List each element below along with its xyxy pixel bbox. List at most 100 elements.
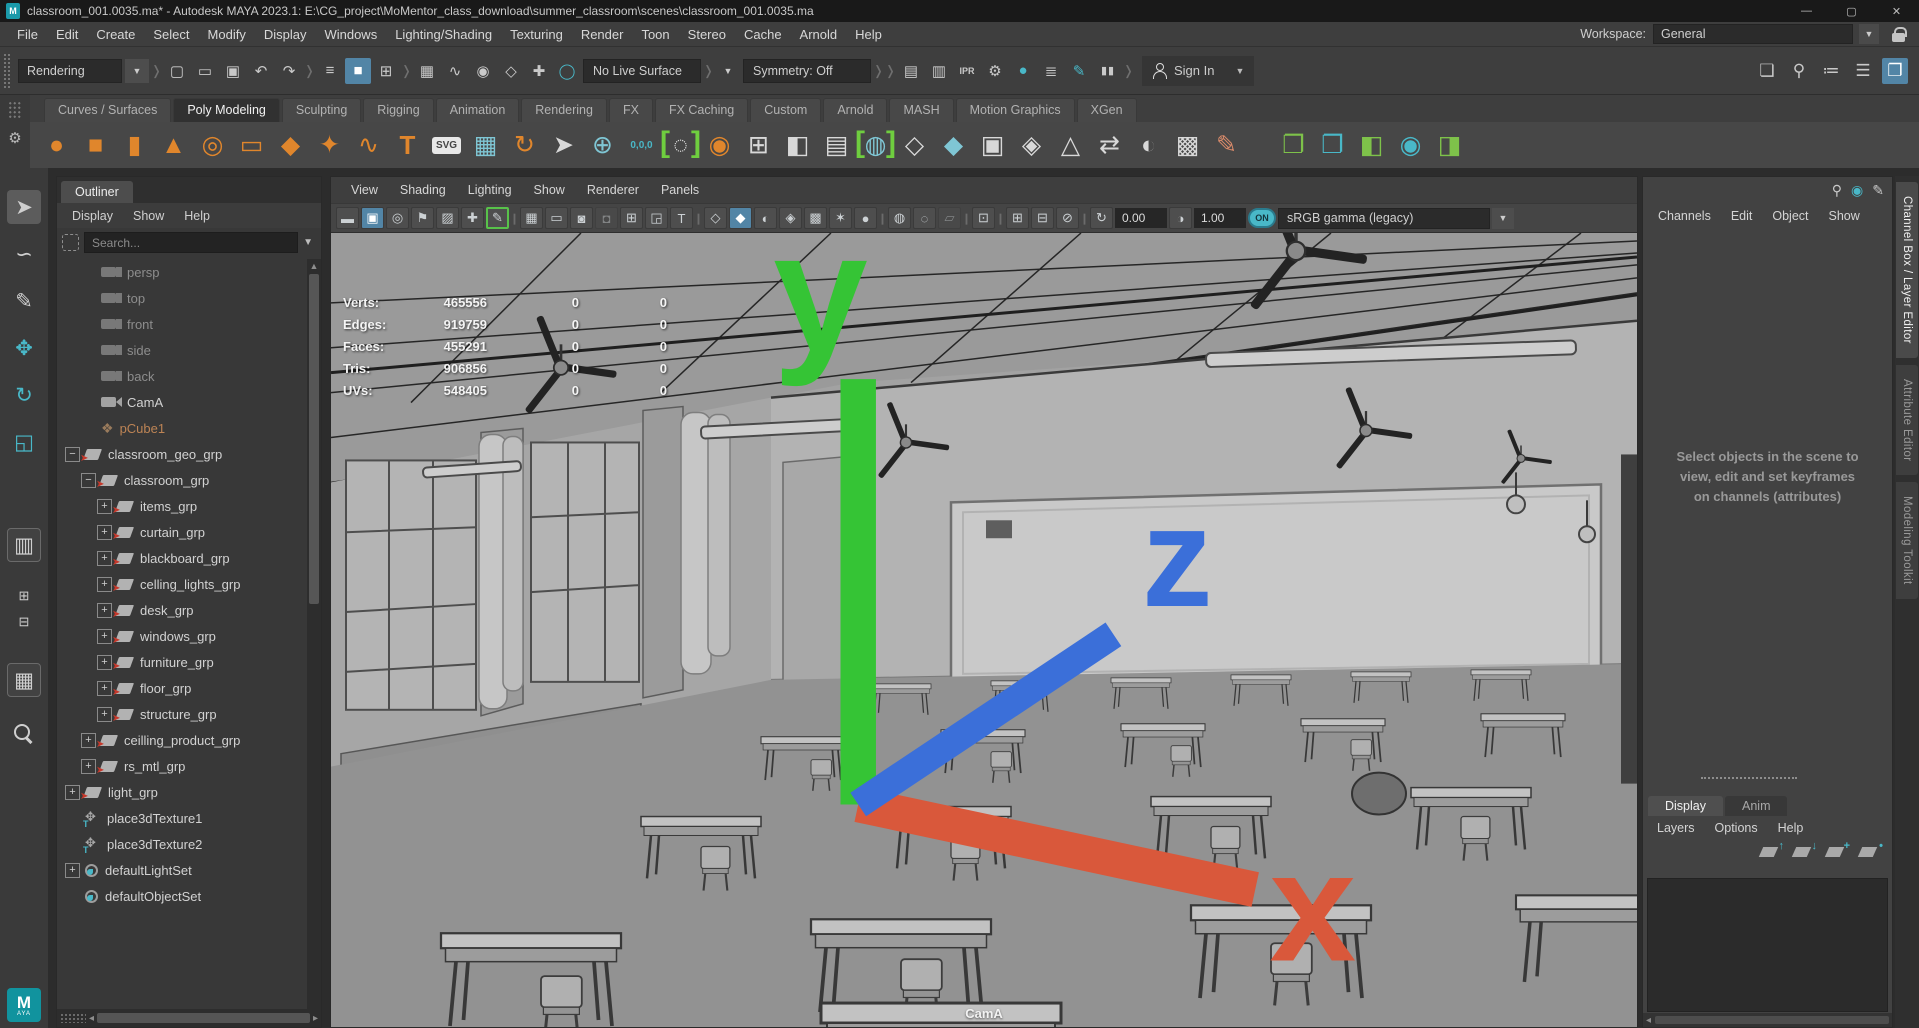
layer-editor-tab-display[interactable]: Display bbox=[1648, 796, 1723, 816]
green-shell-shelf-icon[interactable]: ◨ bbox=[1431, 125, 1468, 165]
sign-in-button[interactable]: Sign In ▼ bbox=[1142, 55, 1255, 86]
menu-lighting-shading[interactable]: Lighting/Shading bbox=[386, 24, 501, 45]
statusline-grip[interactable] bbox=[3, 52, 11, 89]
grid-fill-shelf-icon[interactable]: ◉ bbox=[701, 125, 738, 165]
shelf-tab-rendering[interactable]: Rendering bbox=[521, 98, 607, 122]
scroll-left-icon[interactable]: ◂ bbox=[89, 1013, 94, 1024]
move-layer-down-icon[interactable]: ↓ bbox=[1794, 841, 1818, 858]
menu-modify[interactable]: Modify bbox=[199, 24, 255, 45]
channel-box-menu-edit[interactable]: Edit bbox=[1722, 207, 1762, 225]
sculpt-brush-shelf-icon[interactable]: ✎ bbox=[1208, 125, 1245, 165]
shelf-tab-fx-caching[interactable]: FX Caching bbox=[654, 98, 749, 122]
poly-cylinder-shelf-icon[interactable]: ▮ bbox=[116, 125, 153, 165]
menu-cache[interactable]: Cache bbox=[735, 24, 791, 45]
sidebar-tab-attribute-editor[interactable]: Attribute Editor bbox=[1896, 364, 1918, 476]
channel-box-panel-icon[interactable]: ≔ bbox=[1818, 58, 1844, 84]
render-setup-icon[interactable]: ≣ bbox=[1038, 58, 1064, 84]
teal-cube-shelf-icon[interactable]: ❐ bbox=[1314, 125, 1351, 165]
menu-windows[interactable]: Windows bbox=[315, 24, 386, 45]
paint-effects-icon[interactable]: ✎ bbox=[1066, 58, 1092, 84]
add-divisions-shelf-icon[interactable]: ⊕ bbox=[584, 125, 621, 165]
outliner-item-celling-lights-grp[interactable]: + celling_lights_grp bbox=[57, 571, 307, 597]
expand-icon[interactable]: + bbox=[97, 524, 112, 540]
edit-mode-icon[interactable]: ✎ bbox=[1872, 182, 1884, 199]
character-controls-icon[interactable]: ⚲ bbox=[1786, 58, 1812, 84]
shelf-tab-mash[interactable]: MASH bbox=[889, 98, 954, 122]
safe-title-icon[interactable]: T bbox=[670, 207, 693, 229]
3d-scene[interactable]: Verts: 465556 0 0 Edges: 919759 0 0 Faces: 455291… bbox=[331, 233, 1637, 1027]
snap-projected-center-icon[interactable]: ◇ bbox=[498, 58, 524, 84]
outliner-item-desk-grp[interactable]: + desk_grp bbox=[57, 597, 307, 623]
circularize-shelf-icon[interactable]: ◌ bbox=[660, 125, 701, 165]
outliner-item-place3dtexture2[interactable]: place3dTexture2 bbox=[57, 831, 307, 857]
menu-file[interactable]: File bbox=[8, 24, 47, 45]
scroll-left-icon[interactable]: ◂ bbox=[1646, 1015, 1651, 1026]
render-settings-icon[interactable]: ⚙ bbox=[982, 58, 1008, 84]
expand-icon[interactable]: − bbox=[65, 446, 80, 462]
statusline-separator[interactable]: ❭ bbox=[873, 54, 884, 88]
symmetry-dropdown-icon[interactable]: ▼ bbox=[716, 59, 740, 83]
scroll-thumb[interactable] bbox=[309, 274, 319, 604]
colorspace-dropdown-icon[interactable]: ▼ bbox=[1492, 207, 1514, 229]
expand-icon[interactable]: + bbox=[97, 602, 112, 618]
outliner-search-dropdown-icon[interactable]: ▼ bbox=[303, 237, 316, 248]
menu-set-select[interactable]: Rendering bbox=[18, 58, 122, 83]
outliner-menu-help[interactable]: Help bbox=[175, 207, 219, 225]
poly-cone-shelf-icon[interactable]: ▲ bbox=[155, 125, 192, 165]
layer-editor-menu-help[interactable]: Help bbox=[1769, 819, 1813, 837]
outliner-menu-display[interactable]: Display bbox=[63, 207, 122, 225]
quad-draw-shelf-icon[interactable]: ⊞ bbox=[740, 125, 777, 165]
wireframe-on-shaded-icon[interactable]: ◈ bbox=[779, 207, 802, 229]
expand-icon[interactable]: + bbox=[81, 732, 96, 748]
poly-type-shelf-icon[interactable]: T bbox=[389, 125, 426, 165]
viewport-menu-lighting[interactable]: Lighting bbox=[458, 181, 522, 199]
textured-icon[interactable]: ▩ bbox=[804, 207, 827, 229]
shadows-icon[interactable]: ● bbox=[854, 207, 877, 229]
outliner-item-furniture-grp[interactable]: + furniture_grp bbox=[57, 649, 307, 675]
menu-stereo[interactable]: Stereo bbox=[679, 24, 735, 45]
rotate-tool-icon[interactable]: ↻ bbox=[7, 378, 41, 412]
exposure-reset-icon[interactable]: ⊘ bbox=[1056, 207, 1079, 229]
bookmark-icon[interactable]: ⚑ bbox=[411, 207, 434, 229]
lattice-shelf-icon[interactable]: ▩ bbox=[1169, 125, 1206, 165]
outliner-item-top[interactable]: top bbox=[57, 285, 307, 311]
anti-alias-icon[interactable]: ▱ bbox=[938, 207, 961, 229]
scroll-right-icon[interactable]: ▸ bbox=[313, 1013, 318, 1024]
gamma-toggle[interactable]: ON bbox=[1248, 208, 1276, 228]
poly-sphere-shelf-icon[interactable]: ● bbox=[38, 125, 75, 165]
outliner-vscrollbar[interactable]: ▲ bbox=[307, 259, 321, 1009]
bridge-shelf-icon[interactable]: ▣ bbox=[974, 125, 1011, 165]
motion-blur-icon[interactable]: ◌ bbox=[913, 207, 936, 229]
outliner-item-structure-grp[interactable]: + structure_grp bbox=[57, 701, 307, 727]
open-scene-icon[interactable]: ▭ bbox=[192, 58, 218, 84]
wireframe-icon[interactable]: ◇ bbox=[704, 207, 727, 229]
attribute-editor-panel-icon[interactable]: ☰ bbox=[1850, 58, 1876, 84]
select-component-icon[interactable]: ⊞ bbox=[373, 58, 399, 84]
menu-edit[interactable]: Edit bbox=[47, 24, 87, 45]
expand-icon[interactable]: + bbox=[97, 706, 112, 722]
expand-icon[interactable]: − bbox=[81, 472, 96, 488]
outliner-item-cama[interactable]: CamA bbox=[57, 389, 307, 415]
scale-tool-icon[interactable]: ◱ bbox=[7, 425, 41, 459]
outliner-item-back[interactable]: back bbox=[57, 363, 307, 389]
expand-icon[interactable]: + bbox=[97, 628, 112, 644]
expand-icon[interactable]: + bbox=[97, 654, 112, 670]
camera-attributes-icon[interactable]: ◎ bbox=[386, 207, 409, 229]
ipr-render-icon[interactable]: IPR bbox=[954, 58, 980, 84]
menu-arnold[interactable]: Arnold bbox=[791, 24, 847, 45]
layer-editor-menu-options[interactable]: Options bbox=[1706, 819, 1767, 837]
occlusion-icon[interactable]: ◍ bbox=[888, 207, 911, 229]
uv-grid-shelf-icon[interactable]: ▦ bbox=[467, 125, 504, 165]
minimize-button[interactable]: — bbox=[1784, 0, 1829, 22]
render-view-icon[interactable]: ▤ bbox=[898, 58, 924, 84]
undo-icon[interactable]: ↶ bbox=[248, 58, 274, 84]
shelf-gear-icon[interactable]: ⚙ bbox=[8, 129, 21, 147]
select-hierarchy-icon[interactable]: ≡ bbox=[317, 58, 343, 84]
expand-icon[interactable]: + bbox=[97, 680, 112, 696]
xray-icon[interactable]: ⊞ bbox=[1006, 207, 1029, 229]
channel-box-hscrollbar[interactable]: ◂ bbox=[1643, 1013, 1892, 1027]
workspace-select[interactable]: General bbox=[1653, 24, 1853, 44]
expand-icon[interactable]: + bbox=[81, 758, 96, 774]
outliner-item-windows-grp[interactable]: + windows_grp bbox=[57, 623, 307, 649]
hypershade-icon[interactable]: ● bbox=[1010, 58, 1036, 84]
